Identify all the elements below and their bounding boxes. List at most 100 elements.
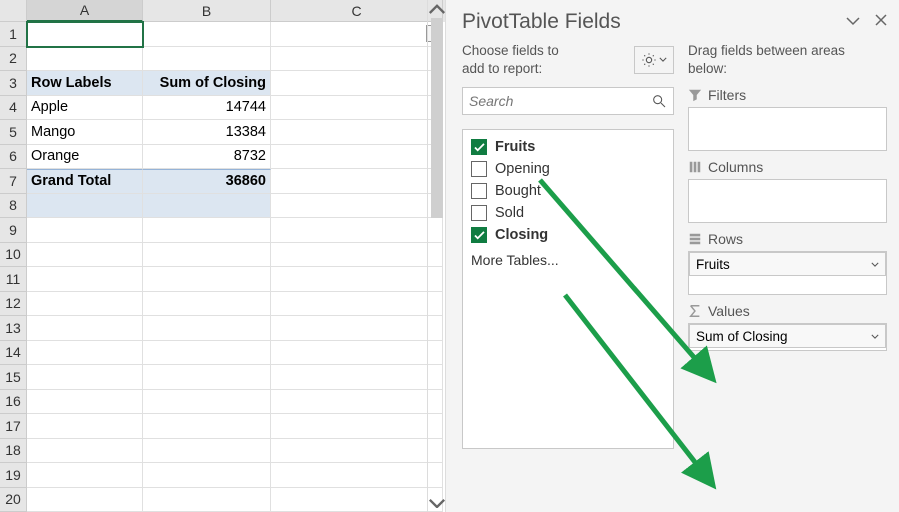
cell-C18[interactable] xyxy=(271,439,443,464)
field-item-bought[interactable]: Bought xyxy=(465,180,671,202)
cell-A11[interactable] xyxy=(27,267,143,292)
field-item-fruits[interactable]: Fruits xyxy=(465,136,671,158)
scroll-down-arrow[interactable] xyxy=(428,494,446,512)
cell-B14[interactable] xyxy=(143,341,271,366)
checkbox-checked-icon[interactable] xyxy=(471,227,487,243)
row-header-20[interactable]: 20 xyxy=(0,488,27,512)
cell-C7[interactable] xyxy=(271,169,443,194)
cell-B2[interactable] xyxy=(143,47,271,72)
cell-A5[interactable]: Mango xyxy=(27,120,143,145)
cell-C8[interactable] xyxy=(271,194,443,219)
row-header-13[interactable]: 13 xyxy=(0,316,27,341)
cell-B9[interactable] xyxy=(143,218,271,243)
cell-C9[interactable] xyxy=(271,218,443,243)
cell-A12[interactable] xyxy=(27,292,143,317)
cell-C20[interactable] xyxy=(271,488,443,512)
cell-C13[interactable] xyxy=(271,316,443,341)
cell-B18[interactable] xyxy=(143,439,271,464)
close-panel-icon[interactable] xyxy=(875,13,887,31)
columns-dropzone[interactable] xyxy=(688,179,887,223)
checkbox-unchecked-icon[interactable] xyxy=(471,161,487,177)
cell-C11[interactable] xyxy=(271,267,443,292)
cell-B7[interactable]: 36860 xyxy=(143,169,271,194)
cell-A1[interactable] xyxy=(27,22,143,47)
row-header-17[interactable]: 17 xyxy=(0,414,27,439)
rows-pill-fruits[interactable]: Fruits xyxy=(689,252,886,276)
cell-B15[interactable] xyxy=(143,365,271,390)
row-header-4[interactable]: 4 xyxy=(0,96,27,121)
cell-B10[interactable] xyxy=(143,243,271,268)
cell-A13[interactable] xyxy=(27,316,143,341)
field-item-sold[interactable]: Sold xyxy=(465,202,671,224)
cell-C12[interactable] xyxy=(271,292,443,317)
cell-B13[interactable] xyxy=(143,316,271,341)
checkbox-unchecked-icon[interactable] xyxy=(471,205,487,221)
col-header-C[interactable]: C xyxy=(271,0,443,22)
cell-C19[interactable] xyxy=(271,463,443,488)
row-header-5[interactable]: 5 xyxy=(0,120,27,145)
cell-C1[interactable] xyxy=(271,22,443,47)
cell-B8[interactable] xyxy=(143,194,271,219)
cell-A4[interactable]: Apple xyxy=(27,96,143,121)
scroll-up-arrow[interactable] xyxy=(428,0,446,18)
cell-A16[interactable] xyxy=(27,390,143,415)
cell-C4[interactable] xyxy=(271,96,443,121)
cell-B6[interactable]: 8732 xyxy=(143,145,271,170)
row-header-19[interactable]: 19 xyxy=(0,463,27,488)
cell-B3[interactable]: Sum of Closing xyxy=(143,71,271,96)
cell-B12[interactable] xyxy=(143,292,271,317)
row-header-9[interactable]: 9 xyxy=(0,218,27,243)
cell-A20[interactable] xyxy=(27,488,143,512)
cell-B1[interactable] xyxy=(143,22,271,47)
cell-C15[interactable] xyxy=(271,365,443,390)
cell-A19[interactable] xyxy=(27,463,143,488)
row-header-6[interactable]: 6 xyxy=(0,145,27,170)
collapse-panel-icon[interactable] xyxy=(845,13,861,31)
row-header-11[interactable]: 11 xyxy=(0,267,27,292)
cell-C16[interactable] xyxy=(271,390,443,415)
col-header-A[interactable]: A xyxy=(27,0,143,22)
cell-C10[interactable] xyxy=(271,243,443,268)
rows-dropzone[interactable]: Fruits xyxy=(688,251,887,295)
cell-B19[interactable] xyxy=(143,463,271,488)
cell-C2[interactable] xyxy=(271,47,443,72)
cell-B16[interactable] xyxy=(143,390,271,415)
cell-C5[interactable] xyxy=(271,120,443,145)
select-all-corner[interactable] xyxy=(0,0,27,22)
cell-A7[interactable]: Grand Total xyxy=(27,169,143,194)
cell-A10[interactable] xyxy=(27,243,143,268)
cell-A17[interactable] xyxy=(27,414,143,439)
row-header-1[interactable]: 1 xyxy=(0,22,27,47)
row-header-16[interactable]: 16 xyxy=(0,390,27,415)
cell-C3[interactable] xyxy=(271,71,443,96)
col-header-B[interactable]: B xyxy=(143,0,271,22)
row-header-18[interactable]: 18 xyxy=(0,439,27,464)
cell-B20[interactable] xyxy=(143,488,271,512)
checkbox-unchecked-icon[interactable] xyxy=(471,183,487,199)
row-header-3[interactable]: 3 xyxy=(0,71,27,96)
row-header-10[interactable]: 10 xyxy=(0,243,27,268)
cell-B4[interactable]: 14744 xyxy=(143,96,271,121)
cell-B17[interactable] xyxy=(143,414,271,439)
cell-A9[interactable] xyxy=(27,218,143,243)
search-input-wrap[interactable] xyxy=(462,87,674,115)
more-tables-link[interactable]: More Tables... xyxy=(465,246,671,270)
cell-A14[interactable] xyxy=(27,341,143,366)
row-header-12[interactable]: 12 xyxy=(0,292,27,317)
cell-B5[interactable]: 13384 xyxy=(143,120,271,145)
cell-C17[interactable] xyxy=(271,414,443,439)
cell-A8[interactable] xyxy=(27,194,143,219)
row-header-2[interactable]: 2 xyxy=(0,47,27,72)
cell-A2[interactable] xyxy=(27,47,143,72)
scroll-thumb[interactable] xyxy=(431,18,443,218)
cell-A15[interactable] xyxy=(27,365,143,390)
row-header-15[interactable]: 15 xyxy=(0,365,27,390)
cell-A3[interactable]: Row Labels xyxy=(27,71,143,96)
row-header-7[interactable]: 7 xyxy=(0,169,27,194)
row-header-8[interactable]: 8 xyxy=(0,194,27,219)
vertical-scrollbar[interactable] xyxy=(427,0,445,512)
field-item-closing[interactable]: Closing xyxy=(465,224,671,246)
cell-C14[interactable] xyxy=(271,341,443,366)
values-dropzone[interactable]: Sum of Closing xyxy=(688,323,887,351)
cell-B11[interactable] xyxy=(143,267,271,292)
